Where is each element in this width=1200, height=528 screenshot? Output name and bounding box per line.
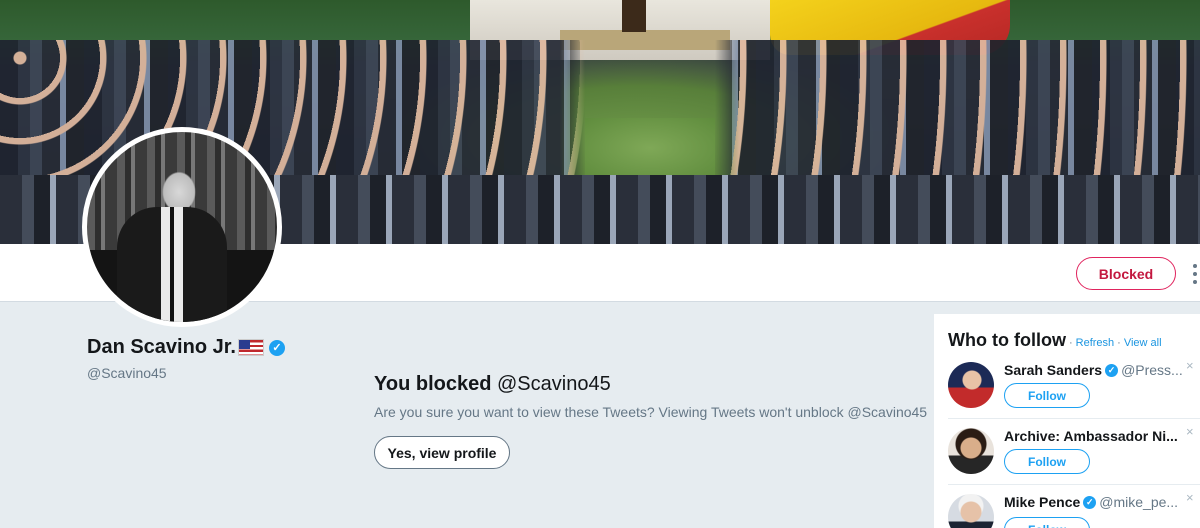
dismiss-icon[interactable]: × <box>1186 424 1194 439</box>
dismiss-icon[interactable]: × <box>1186 490 1194 505</box>
view-all-link[interactable]: View all <box>1124 337 1162 349</box>
view-profile-button[interactable]: Yes, view profile <box>374 436 510 469</box>
more-icon[interactable] <box>1190 262 1200 286</box>
verified-icon: ✓ <box>1105 364 1119 378</box>
suggestion-avatar[interactable] <box>948 428 994 474</box>
who-to-follow-card: Who to follow · Refresh · View all Sarah… <box>934 314 1200 528</box>
suggestion-info: Archive: Ambassador Ni... <box>1004 428 1184 446</box>
banner-podium <box>622 0 646 32</box>
blocked-title: You blocked @Scavino45 <box>374 373 611 396</box>
suggestion-info: Mike Pence ✓ @mike_pe... <box>1004 494 1184 512</box>
suggestion-name[interactable]: Archive: Ambassador Ni... <box>1004 428 1178 444</box>
follow-button[interactable]: Follow <box>1004 449 1090 474</box>
separator-dot: · <box>1117 337 1121 349</box>
follow-button[interactable]: Follow <box>1004 517 1090 528</box>
suggestion-info: Sarah Sanders ✓ @Press... <box>1004 362 1184 380</box>
blocked-title-prefix: You blocked <box>374 373 492 395</box>
separator-dot: · <box>1068 337 1073 349</box>
dismiss-icon[interactable]: × <box>1186 358 1194 373</box>
blocked-title-handle: @Scavino45 <box>496 373 611 395</box>
suggestion-item: Archive: Ambassador Ni... Follow × <box>948 424 1200 488</box>
profile-handle[interactable]: @Scavino45 <box>87 365 167 381</box>
avatar-figure <box>117 207 227 322</box>
verified-icon: ✓ <box>1083 496 1097 510</box>
follow-button[interactable]: Follow <box>1004 383 1090 408</box>
avatar[interactable] <box>82 127 282 327</box>
blocked-description: Are you sure you want to view these Twee… <box>374 404 928 420</box>
refresh-link[interactable]: Refresh <box>1076 337 1115 349</box>
verified-icon: ✓ <box>268 339 285 356</box>
suggestion-item: Sarah Sanders ✓ @Press... Follow × <box>948 358 1200 422</box>
divider <box>948 484 1200 485</box>
who-to-follow-header: Who to follow · Refresh · View all <box>948 330 1162 351</box>
suggestion-name[interactable]: Mike Pence <box>1004 494 1080 510</box>
suggestion-handle[interactable]: @Press... <box>1121 362 1183 378</box>
suggestion-name[interactable]: Sarah Sanders <box>1004 362 1102 378</box>
suggestion-handle[interactable]: @mike_pe... <box>1099 494 1178 510</box>
suggestion-avatar[interactable] <box>948 362 994 408</box>
suggestion-item: Mike Pence✓@mike_pe... Follow × <box>948 490 1200 528</box>
us-flag-icon <box>237 339 264 356</box>
divider <box>948 418 1200 419</box>
profile-name[interactable]: Dan Scavino Jr. <box>87 336 236 359</box>
blocked-button[interactable]: Blocked <box>1076 257 1176 290</box>
profile-name-row: Dan Scavino Jr. ✓ <box>87 336 285 359</box>
who-to-follow-title: Who to follow <box>948 330 1066 350</box>
suggestion-avatar[interactable] <box>948 494 994 528</box>
